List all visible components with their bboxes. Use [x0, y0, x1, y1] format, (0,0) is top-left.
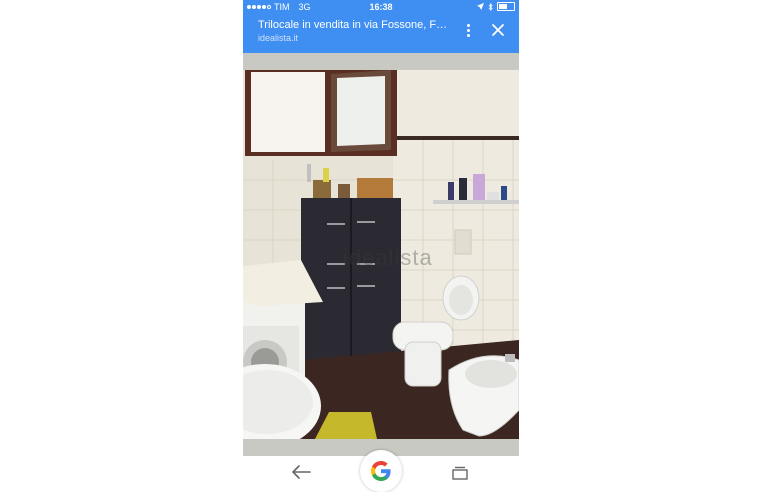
status-bar: TIM 3G 16:38 — [243, 0, 519, 14]
status-right — [477, 2, 515, 11]
bottom-bar — [243, 450, 519, 492]
back-arrow-icon[interactable] — [291, 464, 311, 480]
phone-screen: TIM 3G 16:38 Trilocale in vendita in via… — [243, 0, 519, 492]
watermark-text: idealista — [343, 245, 433, 270]
bluetooth-icon — [488, 2, 493, 11]
close-icon[interactable] — [491, 23, 505, 37]
page-domain: idealista.it — [258, 33, 299, 43]
image-viewer: idealista — [243, 53, 519, 456]
google-button[interactable] — [360, 450, 402, 492]
page-title: Trilocale in vendita in via Fossone, Fon… — [258, 19, 453, 31]
top-bar: TIM 3G 16:38 Trilocale in vendita in via… — [243, 0, 519, 53]
bathroom-photo[interactable]: idealista — [243, 70, 519, 439]
battery-icon — [497, 2, 515, 11]
google-g-icon — [371, 461, 391, 481]
more-vert-icon[interactable] — [463, 24, 473, 40]
tabs-icon[interactable] — [452, 466, 468, 480]
location-arrow-icon — [477, 3, 484, 10]
